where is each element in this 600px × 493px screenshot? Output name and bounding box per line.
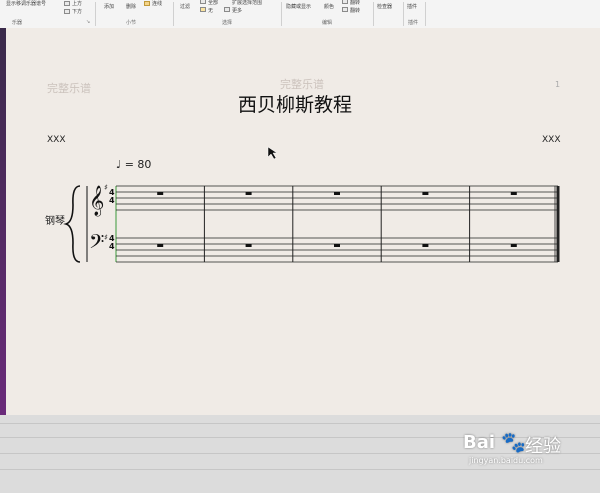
barlines	[203, 186, 560, 262]
whole-rest-icon[interactable]	[510, 244, 517, 247]
whole-rest-icon[interactable]	[334, 192, 340, 195]
paw-icon: 🐾	[501, 430, 526, 454]
whole-rest-icon[interactable]	[157, 192, 164, 195]
treble-staff-lines	[116, 185, 558, 211]
baidu-url: jingyan.baidu.com	[469, 456, 543, 465]
whole-rest-icon[interactable]	[245, 192, 252, 195]
baidu-jingyan-text: 经验	[525, 436, 561, 457]
bass-staff-lines	[116, 237, 558, 263]
whole-rest-icon[interactable]	[510, 192, 517, 195]
time-sig-treble-bottom: 4	[109, 196, 115, 205]
treble-clef-icon: 𝄞	[89, 185, 104, 217]
whole-rest-icon[interactable]	[422, 192, 429, 195]
mouse-cursor-icon	[267, 146, 278, 160]
bass-clef-icon: 𝄢	[89, 230, 104, 258]
whole-rest-icon[interactable]	[157, 244, 164, 247]
whole-rest-icon[interactable]	[334, 244, 340, 247]
whole-rest-icon[interactable]	[245, 244, 252, 247]
baidu-watermark: Bai 🐾 经验 jingyan.baidu.com	[463, 430, 593, 472]
baidu-logo-text: Bai	[463, 432, 496, 453]
sharp-bass-icon: ♯	[104, 233, 108, 242]
whole-rests	[157, 192, 517, 247]
time-sig-bass-bottom: 4	[109, 242, 115, 251]
sharp-treble-icon: ♯	[104, 183, 108, 192]
whole-rest-icon[interactable]	[422, 244, 429, 247]
